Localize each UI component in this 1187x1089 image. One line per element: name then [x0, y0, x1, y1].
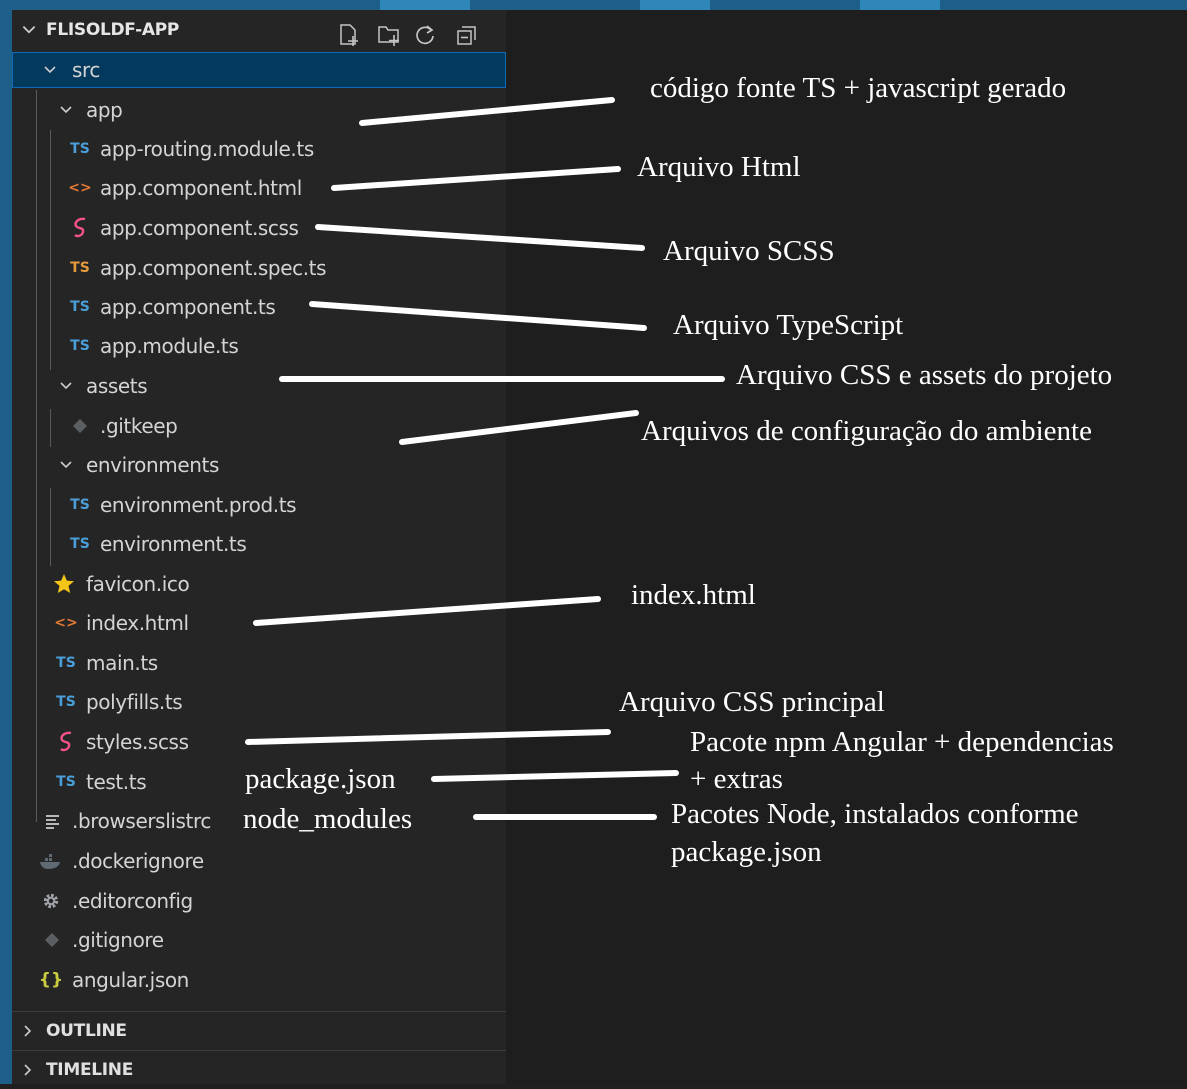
- annotation-node-packages: Pacotes Node, instalados conforme: [671, 798, 1079, 830]
- annotation-assets: Arquivo CSS e assets do projeto: [736, 359, 1113, 391]
- annotation-environments: Arquivos de configuração do ambiente: [641, 415, 1092, 447]
- annotation-arquivo-scss: Arquivo SCSS: [663, 235, 835, 267]
- annotation-arquivo-typescript: Arquivo TypeScript: [673, 309, 904, 341]
- annotation-codigo-fonte: código fonte TS + javascript gerado: [650, 72, 1067, 104]
- annotation-package-json: package.json: [245, 763, 396, 795]
- annotation-index-html: index.html: [631, 579, 756, 611]
- annotation-angular-package: Pacote npm Angular + dependencias: [690, 726, 1114, 758]
- annotation-arquivo-html: Arquivo Html: [637, 151, 801, 183]
- annotation-lines: [245, 97, 725, 820]
- annotation-node-packages-json: package.json: [671, 836, 822, 868]
- annotation-styles: Arquivo CSS principal: [619, 686, 885, 718]
- annotation-angular-extras: + extras: [690, 763, 783, 795]
- annotation-node-modules: node_modules: [243, 803, 413, 835]
